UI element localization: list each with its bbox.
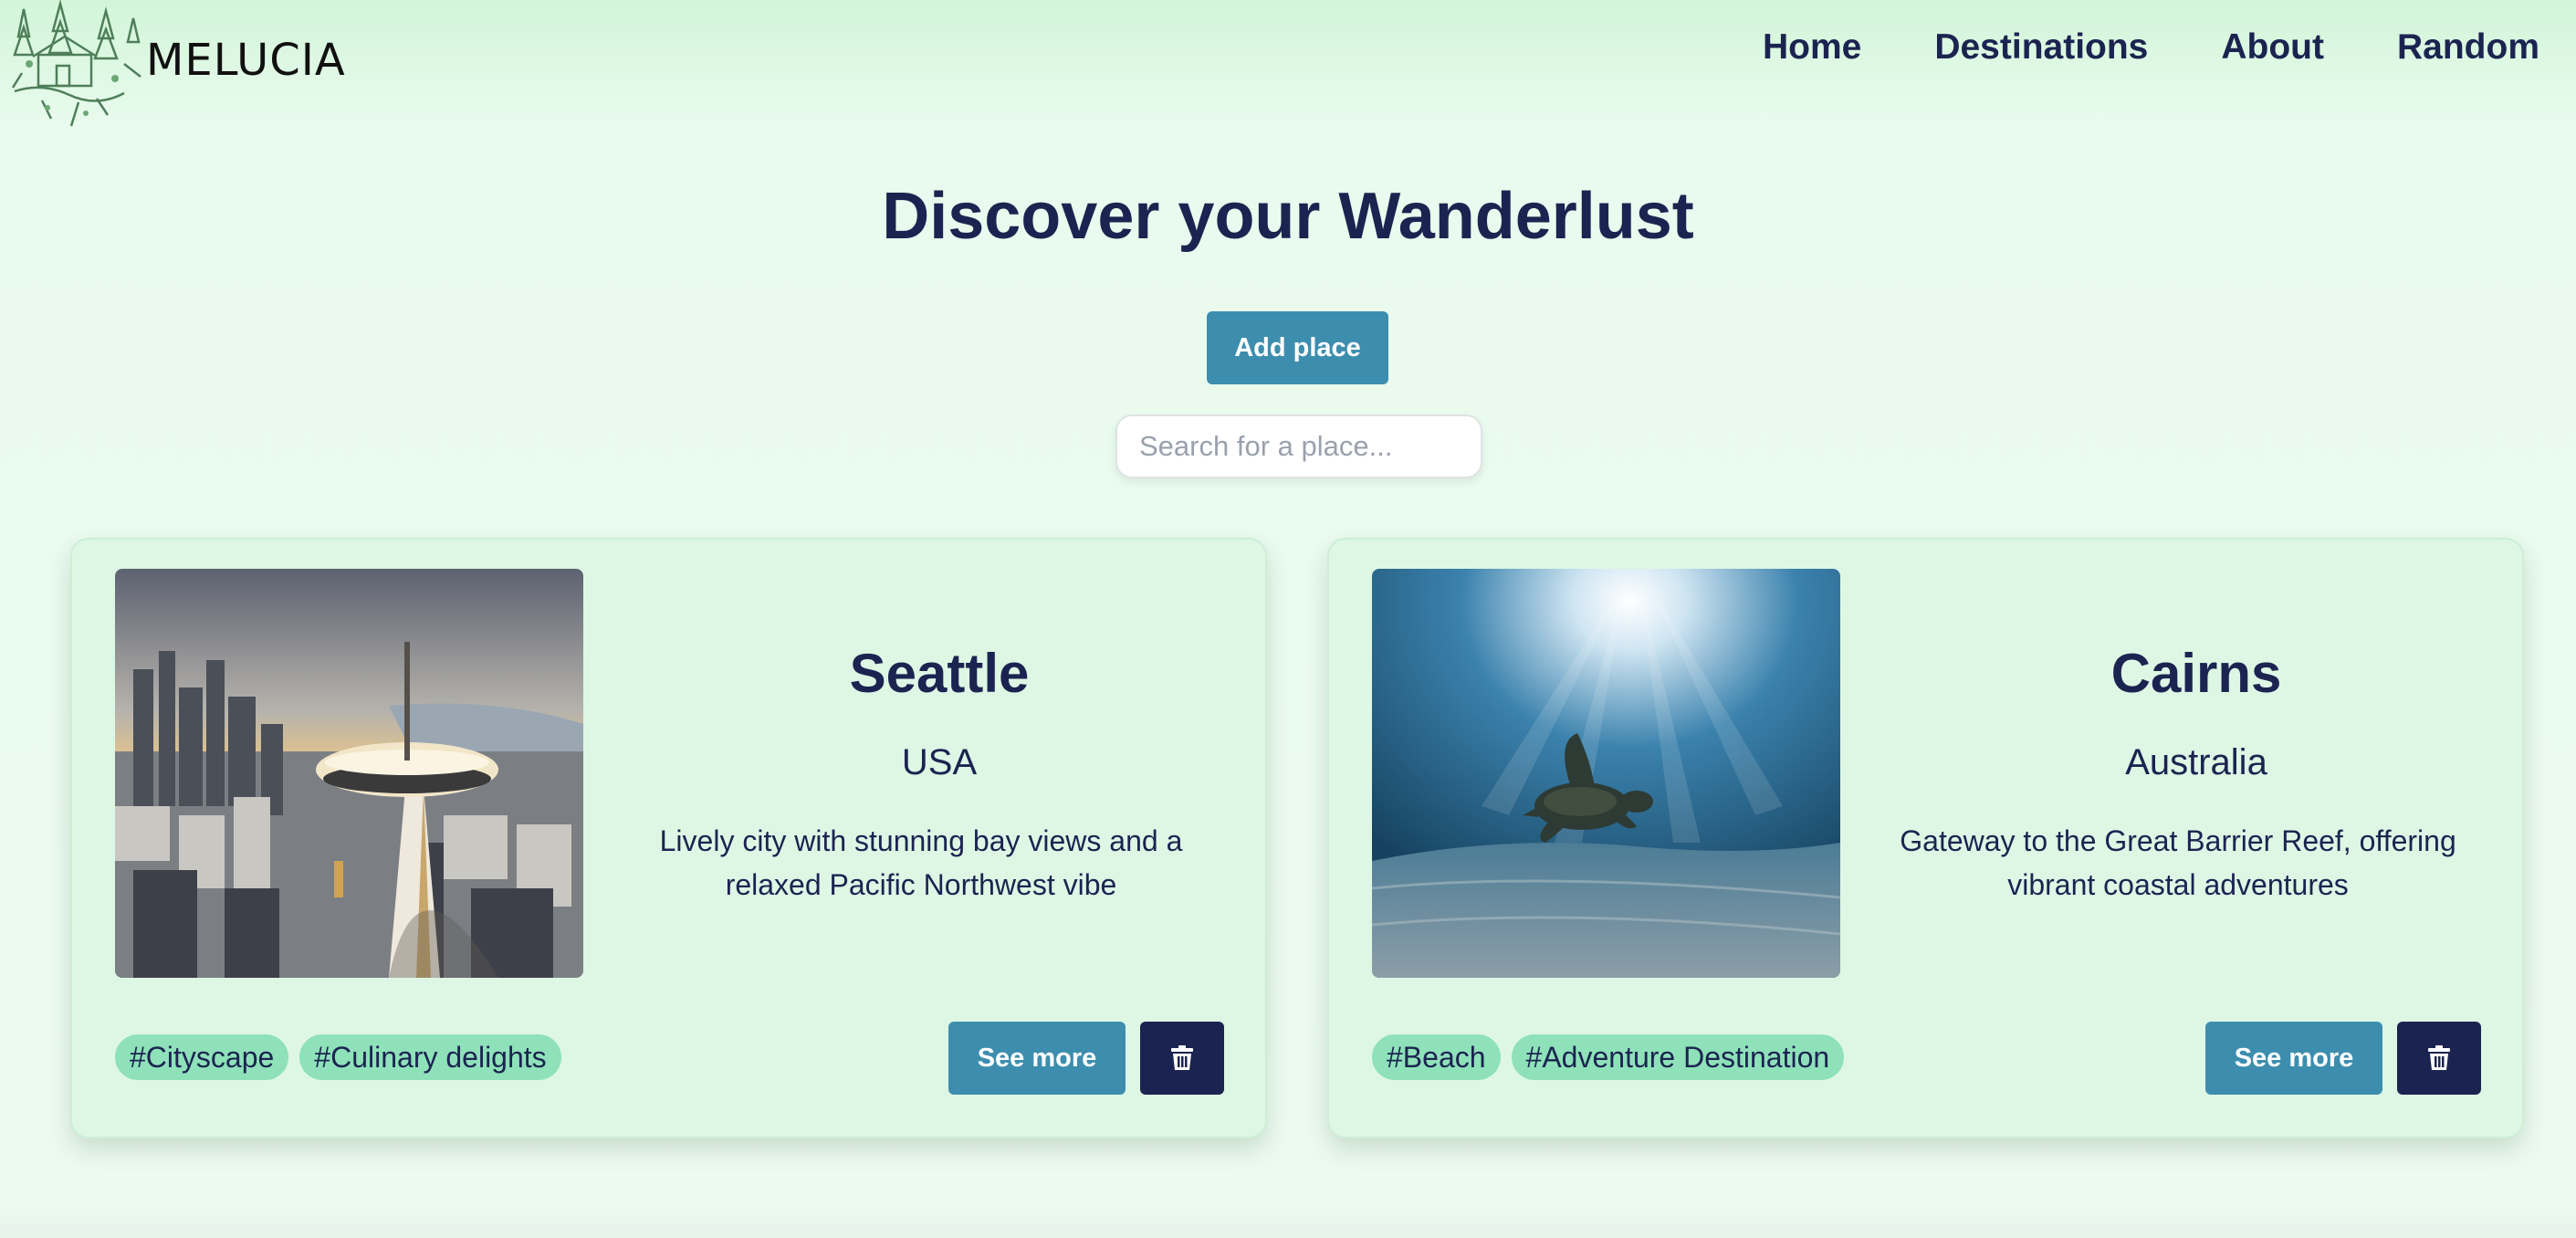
destination-photo — [1372, 569, 1840, 978]
destination-name: Seattle — [849, 643, 1030, 704]
tag[interactable]: #Beach — [1372, 1034, 1501, 1080]
trash-icon — [1171, 1045, 1193, 1070]
nav-home-link[interactable]: Home — [1763, 27, 1861, 68]
nav-random-link[interactable]: Random — [2397, 27, 2539, 68]
destination-card-seattle: Seattle USA Lively city with stunning ba… — [70, 538, 1267, 1138]
destination-photo — [115, 569, 583, 978]
add-place-button[interactable]: Add place — [1207, 311, 1388, 384]
sea-turtle-photo — [1372, 569, 1840, 978]
nav-about-link[interactable]: About — [2221, 27, 2324, 68]
tag[interactable]: #Culinary delights — [299, 1034, 561, 1080]
destination-country: USA — [901, 742, 978, 782]
next-row-shadow — [0, 1201, 2576, 1238]
destination-description: Gateway to the Great Barrier Reef, offer… — [1900, 824, 2456, 901]
tag[interactable]: #Cityscape — [115, 1034, 289, 1080]
tag[interactable]: #Adventure Destination — [1511, 1034, 1845, 1080]
trash-icon — [2428, 1045, 2450, 1070]
nav-destinations-link[interactable]: Destinations — [1934, 27, 2148, 68]
brand-name: MELUCIA — [146, 35, 346, 86]
delete-button[interactable] — [1140, 1022, 1224, 1095]
tag-list: #Cityscape #Culinary delights — [115, 1034, 561, 1080]
see-more-button[interactable]: See more — [2205, 1022, 2382, 1095]
see-more-button[interactable]: See more — [948, 1022, 1126, 1095]
forest-house-logo-icon — [11, 0, 141, 127]
brand-logo[interactable]: MELUCIA — [5, 0, 345, 132]
delete-button[interactable] — [2397, 1022, 2481, 1095]
page-title: Discover your Wanderlust — [882, 180, 1694, 253]
destination-country: Australia — [2125, 742, 2267, 782]
destination-card-cairns: Cairns Australia Gateway to the Great Ba… — [1327, 538, 2524, 1138]
space-needle-photo — [115, 569, 583, 978]
destination-name: Cairns — [2110, 643, 2282, 704]
search-input[interactable] — [1115, 414, 1482, 478]
destination-description: Lively city with stunning bay views and … — [659, 824, 1183, 901]
navbar: MELUCIA Home Destinations About Random — [0, 0, 2576, 128]
tag-list: #Beach #Adventure Destination — [1372, 1034, 1845, 1080]
main-nav: Home Destinations About Random — [1763, 27, 2539, 68]
